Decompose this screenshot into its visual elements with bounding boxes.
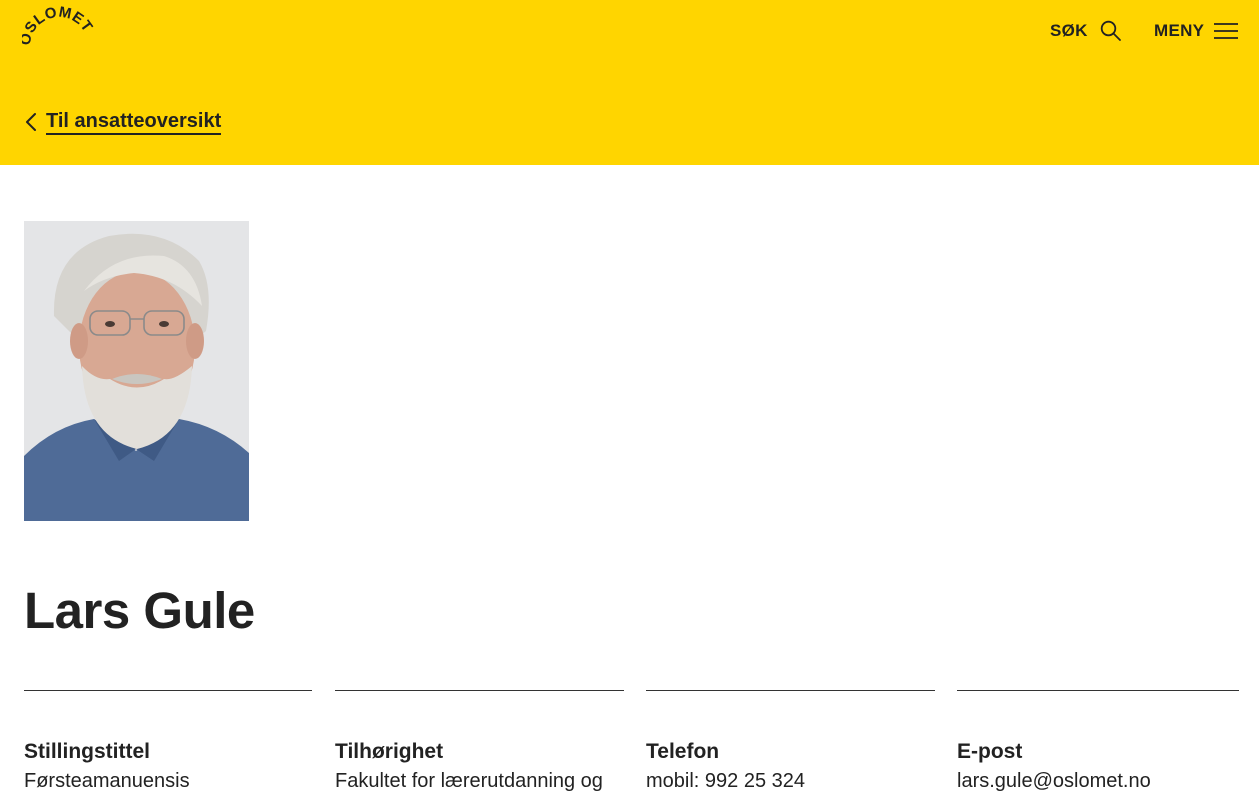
oslomet-logo[interactable]: OSLOMET xyxy=(22,6,94,54)
chevron-left-icon xyxy=(24,112,38,132)
logo-text: OSLOMET xyxy=(22,6,94,47)
hamburger-icon xyxy=(1214,21,1239,41)
info-value: Førsteamanuensis xyxy=(24,770,190,792)
back-link-label: Til ansatteoversikt xyxy=(46,110,222,135)
search-label: SØK xyxy=(1050,21,1088,40)
info-email: E-post lars.gule@oslomet.no xyxy=(957,690,1239,811)
svg-text:OSLOMET: OSLOMET xyxy=(22,6,94,47)
info-label: Telefon xyxy=(646,740,720,763)
profile-photo xyxy=(24,221,249,521)
info-label: Tilhørighet xyxy=(335,740,444,763)
info-label: Stillingstittel xyxy=(24,740,150,763)
employee-name: Lars Gule xyxy=(24,582,255,639)
phone-value[interactable]: mobil: 992 25 324 xyxy=(646,770,805,793)
search-button[interactable]: SØK xyxy=(1050,18,1122,44)
back-to-staff-overview-link[interactable]: Til ansatteoversikt xyxy=(24,108,222,136)
info-affiliation: Tilhørighet Fakultet for lærerutdanning … xyxy=(335,690,624,811)
email-link[interactable]: lars.gule@oslomet.no xyxy=(957,770,1151,793)
search-icon xyxy=(1100,20,1122,42)
menu-button[interactable]: MENY xyxy=(1154,18,1239,44)
info-phone: Telefon mobil: 992 25 324 xyxy=(646,690,935,811)
menu-label: MENY xyxy=(1154,21,1205,40)
site-header: OSLOMET SØK MENY Til ansatteo xyxy=(0,0,1259,165)
info-value[interactable]: Fakultet for lærerutdanning og xyxy=(335,770,603,793)
info-label: E-post xyxy=(957,740,1023,763)
info-job-title: Stillingstittel Førsteamanuensis xyxy=(24,690,312,811)
